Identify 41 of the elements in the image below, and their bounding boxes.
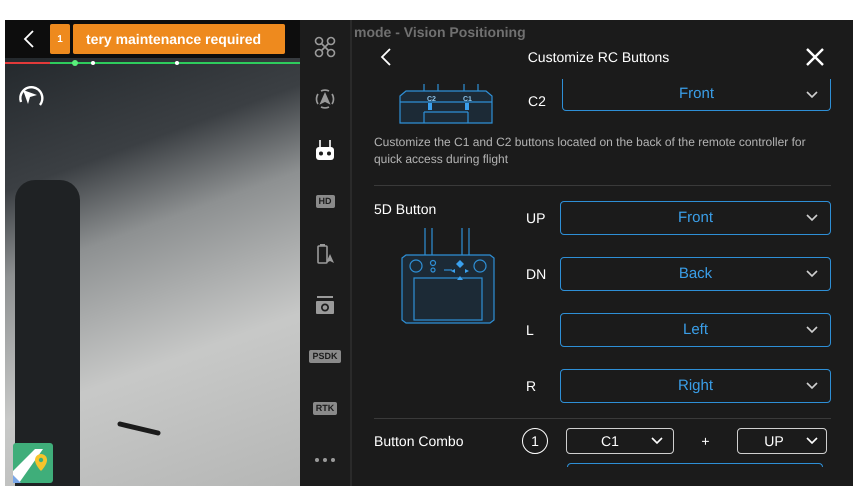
dropdown[interactable]: Right — [560, 369, 831, 403]
alert-count: 1 — [50, 24, 70, 54]
more-icon[interactable] — [315, 458, 335, 462]
combo-dropdown[interactable]: UP — [737, 428, 827, 454]
dropdown[interactable]: Back — [560, 257, 831, 291]
button-label: C2 — [528, 92, 547, 110]
chevron-down-icon — [651, 437, 663, 445]
dropdown[interactable]: Front — [562, 79, 831, 111]
chevron-down-icon — [806, 382, 818, 390]
dropdown[interactable]: Left — [560, 313, 831, 347]
direction-label: UP — [526, 208, 546, 228]
back-icon[interactable] — [23, 29, 35, 49]
remote-controller-icon[interactable] — [315, 139, 335, 162]
back-icon[interactable] — [380, 47, 392, 67]
chevron-down-icon — [806, 90, 818, 98]
drone-icon[interactable] — [314, 36, 336, 58]
battery-icon[interactable] — [316, 242, 334, 264]
tag-icon[interactable]: RTK — [312, 402, 338, 415]
tag-icon[interactable]: HD — [316, 195, 334, 208]
combo-number: 1 — [522, 428, 548, 454]
camera-icon[interactable] — [315, 295, 335, 316]
chevron-down-icon — [806, 270, 818, 278]
chevron-down-icon — [806, 326, 818, 334]
direction-label: DN — [526, 264, 548, 284]
tag-icon[interactable]: PSDK — [309, 350, 340, 364]
screw-shape — [117, 420, 161, 436]
combo-dropdown[interactable]: C1 — [566, 428, 674, 454]
plus-sign: + — [700, 432, 711, 450]
section-title: 5D Button — [374, 200, 438, 219]
direction-label: R — [526, 376, 538, 396]
dropdown[interactable]: Front — [560, 201, 831, 235]
chevron-down-icon — [806, 437, 818, 445]
direction-label: L — [526, 320, 535, 340]
flight-mode-text: mode - Vision Positioning — [354, 22, 526, 42]
section-title: Button Combo — [374, 432, 464, 450]
description-text: Customize the C1 and C2 buttons located on the back of the remote controller for quick access during flight — [373, 134, 807, 168]
close-icon[interactable] — [805, 47, 825, 67]
navigation-icon[interactable] — [314, 88, 336, 110]
chevron-down-icon — [806, 214, 818, 222]
panel-title: Customize RC Buttons — [526, 48, 670, 66]
map-icon[interactable] — [13, 443, 53, 483]
